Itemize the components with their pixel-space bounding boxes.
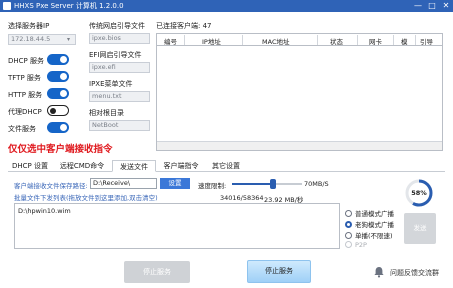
- feedback-group-link[interactable]: 问题反馈交流群: [390, 268, 439, 278]
- tftp-service-label: TFTP 服务: [8, 74, 41, 82]
- speed-limit-label: 速度限制:: [198, 182, 227, 190]
- column-divider: [415, 35, 416, 45]
- close-button[interactable]: ✕: [439, 0, 453, 12]
- list-item[interactable]: D:\hpwin10.wim: [18, 207, 71, 215]
- relative-dir-field[interactable]: NetBoot: [89, 120, 150, 131]
- send-button[interactable]: 发送: [404, 213, 436, 244]
- chevron-down-icon: ▾: [67, 36, 71, 43]
- column-divider: [393, 35, 394, 45]
- column-header-ip[interactable]: IP地址: [202, 36, 221, 46]
- column-header-mac[interactable]: MAC地址: [262, 36, 289, 46]
- http-service-label: HTTP 服务: [8, 91, 43, 99]
- save-path-input[interactable]: D:\Receive\: [90, 178, 157, 189]
- column-divider: [184, 35, 185, 45]
- server-ip-select[interactable]: 172.18.44.5: [8, 34, 76, 45]
- radio-icon: [345, 241, 352, 248]
- radio-icon: [345, 232, 352, 239]
- bell-icon[interactable]: [373, 266, 385, 278]
- column-header-mode[interactable]: 模: [401, 36, 408, 46]
- client-instruction-warning: 仅仅选中客户端接收指令: [8, 144, 113, 155]
- column-divider: [317, 35, 318, 45]
- column-divider: [357, 35, 358, 45]
- file-service-label: 文件服务: [8, 125, 36, 133]
- radio-selected-icon: [345, 221, 352, 228]
- radio-icon: [345, 210, 352, 217]
- efi-boot-field[interactable]: ipxe.efi: [89, 62, 150, 73]
- mode-p2p[interactable]: P2P: [345, 241, 367, 249]
- column-divider: [242, 35, 243, 45]
- horizontal-scrollbar[interactable]: [157, 141, 442, 150]
- efi-boot-label: EFI网启引导文件: [89, 51, 142, 59]
- save-path-label: 客户端接收文件保存路径:: [14, 182, 88, 190]
- column-header-id[interactable]: 编号: [164, 36, 177, 46]
- dhcp-service-label: DHCP 服务: [8, 57, 44, 65]
- tab-remote-cmd[interactable]: 远程CMD命令: [54, 160, 110, 172]
- minimize-button[interactable]: —: [411, 0, 425, 12]
- mode-unicast[interactable]: 单播(不限速): [345, 230, 393, 240]
- column-header-status[interactable]: 状态: [330, 36, 343, 46]
- speed-limit-value: 70MB/S: [304, 180, 329, 188]
- column-header-boot[interactable]: 引导: [420, 36, 433, 46]
- tab-client-commands[interactable]: 客户端指令: [158, 160, 204, 172]
- app-icon: [3, 2, 11, 10]
- proxy-dhcp-label: 代理DHCP: [8, 108, 42, 116]
- tab-dhcp-settings[interactable]: DHCP 设置: [8, 160, 52, 172]
- batch-file-list-label: 批量文件下发列表(拖放文件到这里添加,双击清空): [14, 194, 158, 202]
- progress-percent: 58%: [411, 189, 427, 197]
- tftp-service-toggle[interactable]: [47, 71, 69, 82]
- file-service-toggle[interactable]: [47, 122, 69, 133]
- tab-send-file[interactable]: 发送文件: [112, 160, 156, 172]
- server-ip-label: 选择服务器IP: [8, 22, 50, 30]
- relative-dir-label: 相对根目录: [89, 109, 124, 117]
- ipxe-menu-field[interactable]: menu.txt: [89, 91, 150, 102]
- dhcp-service-toggle[interactable]: [47, 54, 69, 65]
- ipxe-menu-label: IPXE菜单文件: [89, 80, 133, 88]
- title-bar: HHXS Pxe Server 计算机 1.2.0.0 — □ ✕: [0, 0, 453, 12]
- column-header-nic[interactable]: 网卡: [369, 36, 382, 46]
- proxy-dhcp-toggle[interactable]: [47, 105, 69, 116]
- legacy-boot-field[interactable]: ipxe.bios: [89, 33, 150, 44]
- speed-limit-slider-fill: [232, 183, 274, 185]
- transfer-progress-count: 34016/58364: [220, 194, 264, 202]
- settings-tabs: DHCP 设置 远程CMD命令 发送文件 客户端指令 其它设置: [8, 160, 445, 172]
- http-service-toggle[interactable]: [47, 88, 69, 99]
- maximize-button[interactable]: □: [425, 0, 439, 12]
- set-path-button[interactable]: 设置: [160, 178, 190, 189]
- stop-service-button-disabled[interactable]: 停止服务: [124, 261, 190, 283]
- stop-service-button[interactable]: 停止服务: [247, 260, 311, 283]
- mode-normal-broadcast[interactable]: 普通模式广播: [345, 208, 394, 218]
- clients-table[interactable]: 编号 IP地址 MAC地址 状态 网卡 模 引导: [156, 33, 443, 151]
- connected-clients-count: 已连接客户端: 47: [156, 22, 212, 30]
- clients-table-header: 编号 IP地址 MAC地址 状态 网卡 模 引导: [157, 34, 442, 46]
- legacy-boot-label: 传统网启引导文件: [89, 22, 145, 30]
- mode-old-dog-broadcast[interactable]: 老狗模式广播: [345, 219, 394, 229]
- batch-file-list[interactable]: D:\hpwin10.wim: [14, 203, 340, 249]
- window-title: HHXS Pxe Server 计算机 1.2.0.0: [14, 2, 124, 10]
- tab-other-settings[interactable]: 其它设置: [206, 160, 246, 172]
- speed-limit-slider-thumb[interactable]: [270, 179, 276, 189]
